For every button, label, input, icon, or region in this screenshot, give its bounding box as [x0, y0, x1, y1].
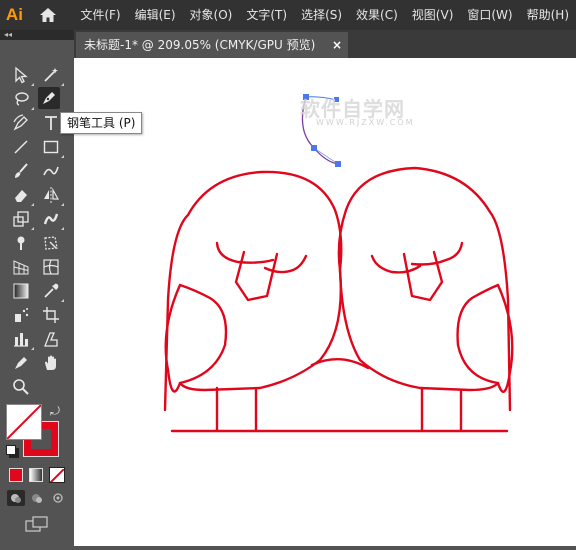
draw-behind-icon	[32, 494, 42, 503]
pen-tool-tooltip: 钢笔工具 (P)	[60, 112, 143, 134]
artboard-tool-icon[interactable]	[40, 304, 62, 326]
document-tab-title: 未标题-1* @ 209.05% (CMYK/GPU 预览)	[84, 38, 316, 52]
free-transform-icon[interactable]	[40, 232, 62, 254]
draw-behind-button[interactable]	[28, 490, 46, 506]
document-tab[interactable]: 未标题-1* @ 209.05% (CMYK/GPU 预览) ×	[76, 32, 348, 58]
column-graph-icon[interactable]	[10, 328, 32, 350]
flyout-indicator	[31, 347, 34, 350]
menu-bar: Ai 文件(F) 编辑(E) 对象(O) 文字(T) 选择(S) 效果(C) 视…	[0, 0, 576, 30]
mesh-tool-icon[interactable]	[40, 256, 62, 278]
app-logo: Ai	[0, 0, 29, 30]
warp-tool-icon[interactable]	[40, 208, 62, 230]
default-fill-stroke-icon[interactable]	[6, 445, 16, 455]
menu-view[interactable]: 视图(V)	[405, 0, 461, 30]
menu-list: 文件(F) 编辑(E) 对象(O) 文字(T) 选择(S) 效果(C) 视图(V…	[73, 0, 576, 30]
rectangle-tool-icon[interactable]	[40, 136, 62, 158]
reflect-tool-icon[interactable]	[40, 184, 62, 206]
anchor-point-icon[interactable]	[10, 352, 32, 374]
artwork	[163, 94, 514, 433]
draw-inside-button[interactable]	[49, 490, 67, 506]
artboard-canvas[interactable]	[74, 58, 576, 546]
pen-tool-icon[interactable]	[38, 87, 60, 109]
symbol-sprayer-icon[interactable]	[10, 304, 32, 326]
fill-swatch[interactable]	[6, 404, 42, 440]
left-bird-eye-right	[263, 254, 308, 274]
screen-mode-button[interactable]	[25, 516, 49, 534]
menu-help[interactable]: 帮助(H)	[520, 0, 576, 30]
slice-tool-icon[interactable]	[40, 328, 62, 350]
menu-file[interactable]: 文件(F)	[73, 0, 127, 30]
scale-tool-icon[interactable]	[10, 208, 32, 230]
flyout-indicator	[31, 227, 34, 230]
left-bird-beak	[234, 250, 279, 302]
paintbrush-icon[interactable]	[10, 160, 32, 182]
puppet-warp-icon[interactable]	[10, 232, 32, 254]
draw-normal-button[interactable]	[7, 490, 25, 506]
none-icon	[50, 468, 64, 482]
type-tool-icon[interactable]	[40, 112, 62, 134]
zoom-tool-icon[interactable]	[10, 376, 32, 398]
draw-inside-icon	[53, 493, 63, 503]
hand-tool-icon[interactable]	[40, 352, 62, 374]
selection-tool-icon[interactable]	[10, 64, 32, 86]
lasso-icon[interactable]	[10, 88, 32, 110]
flyout-indicator	[61, 155, 64, 158]
menu-window[interactable]: 窗口(W)	[460, 0, 519, 30]
left-bird-wing	[164, 283, 228, 393]
magic-wand-icon[interactable]	[40, 64, 62, 86]
draw-normal-icon	[11, 494, 21, 503]
none-fill-icon	[7, 405, 41, 439]
perspective-grid-icon[interactable]	[10, 256, 32, 278]
gradient-tool-icon[interactable]	[10, 280, 32, 302]
home-button[interactable]	[29, 0, 67, 30]
eraser-icon[interactable]	[10, 184, 32, 206]
curvature-tool-icon[interactable]	[10, 112, 32, 134]
flyout-indicator	[61, 299, 64, 302]
menu-object[interactable]: 对象(O)	[183, 0, 240, 30]
eyedropper-icon[interactable]	[40, 280, 62, 302]
close-tab-button[interactable]: ×	[332, 32, 342, 58]
left-bird-body	[163, 170, 343, 412]
menu-effect[interactable]: 效果(C)	[349, 0, 405, 30]
flyout-indicator	[31, 107, 34, 110]
flyout-indicator	[61, 203, 64, 206]
swap-fill-stroke-icon[interactable]: ⤾	[50, 404, 60, 419]
right-bird-body	[337, 166, 512, 412]
flyout-indicator	[61, 227, 64, 230]
menu-select[interactable]: 选择(S)	[294, 0, 349, 30]
screen-mode-icon	[25, 516, 48, 532]
line-segment-icon[interactable]	[10, 136, 32, 158]
right-bird-wing	[456, 283, 514, 393]
color-mode-button[interactable]	[9, 468, 23, 482]
gradient-mode-button[interactable]	[29, 468, 43, 482]
flyout-indicator	[31, 83, 34, 86]
right-bird-beak	[402, 250, 444, 302]
home-icon	[40, 8, 57, 22]
watermark-url: WWW.RJZXW.COM	[316, 118, 415, 127]
shaper-tool-icon[interactable]	[40, 160, 62, 182]
menu-edit[interactable]: 编辑(E)	[128, 0, 183, 30]
panel-collapse-button[interactable]: ◂◂	[0, 30, 74, 40]
menu-type[interactable]: 文字(T)	[239, 0, 294, 30]
flyout-indicator	[31, 203, 34, 206]
flyout-indicator	[61, 83, 64, 86]
none-mode-button[interactable]	[49, 467, 65, 483]
